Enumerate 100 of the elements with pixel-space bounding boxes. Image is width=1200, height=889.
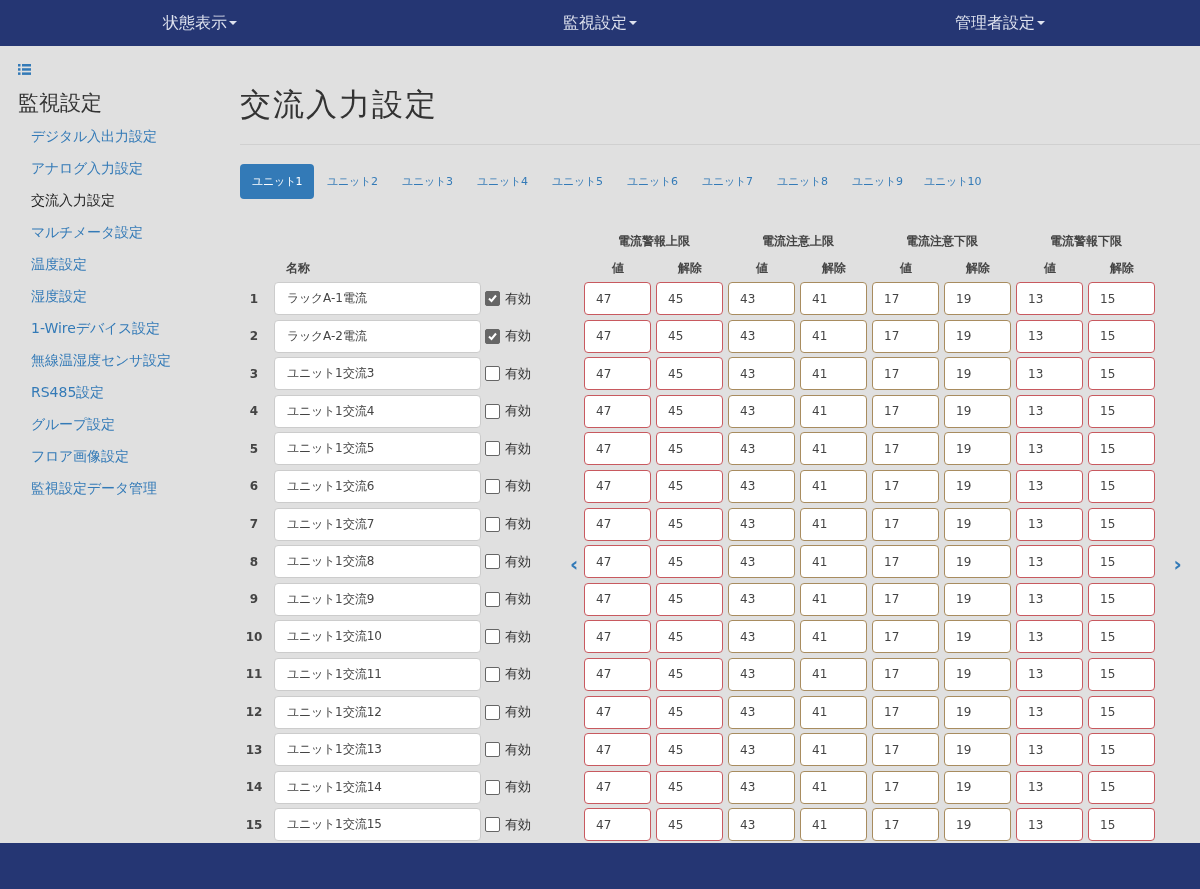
number-field[interactable]: 41 <box>800 469 867 503</box>
number-field[interactable]: 17 <box>872 657 939 691</box>
sidebar-link[interactable]: 監視設定データ管理 <box>31 479 230 498</box>
number-field[interactable]: 43 <box>728 319 795 353</box>
number-field[interactable]: 19 <box>944 319 1011 353</box>
number-field[interactable]: 19 <box>944 770 1011 804</box>
number-field[interactable]: 19 <box>944 695 1011 729</box>
name-field[interactable]: ユニット1交流15 <box>274 808 481 842</box>
number-field[interactable]: 13 <box>1016 545 1083 579</box>
number-field[interactable]: 19 <box>944 507 1011 541</box>
checkbox[interactable] <box>485 554 500 570</box>
unit-tab[interactable]: ユニット1 <box>240 164 314 199</box>
number-field[interactable]: 47 <box>584 432 651 466</box>
number-field[interactable]: 45 <box>656 319 723 353</box>
name-field[interactable]: ユニット1交流6 <box>274 469 481 503</box>
number-field[interactable]: 45 <box>656 469 723 503</box>
number-field[interactable]: 19 <box>944 657 1011 691</box>
number-field[interactable]: 19 <box>944 282 1011 315</box>
number-field[interactable]: 15 <box>1088 357 1155 391</box>
number-field[interactable]: 45 <box>656 733 723 767</box>
unit-tab[interactable]: ユニット9 <box>840 164 915 199</box>
number-field[interactable]: 13 <box>1016 394 1083 428</box>
number-field[interactable]: 19 <box>944 432 1011 466</box>
number-field[interactable]: 47 <box>584 657 651 691</box>
name-field[interactable]: ユニット1交流7 <box>274 507 481 541</box>
number-field[interactable]: 47 <box>584 582 651 616</box>
checkbox[interactable] <box>485 403 500 419</box>
number-field[interactable]: 19 <box>944 808 1011 842</box>
sidebar-link[interactable]: 交流入力設定 <box>31 191 230 210</box>
number-field[interactable]: 43 <box>728 394 795 428</box>
number-field[interactable]: 19 <box>944 394 1011 428</box>
sidebar-link[interactable]: グループ設定 <box>31 415 230 434</box>
checkbox[interactable] <box>485 704 500 720</box>
number-field[interactable]: 45 <box>656 357 723 391</box>
number-field[interactable]: 41 <box>800 319 867 353</box>
number-field[interactable]: 43 <box>728 357 795 391</box>
number-field[interactable]: 43 <box>728 582 795 616</box>
nav-menu[interactable]: 管理者設定 <box>955 12 1045 34</box>
checkbox[interactable] <box>485 591 500 607</box>
number-field[interactable]: 15 <box>1088 695 1155 729</box>
number-field[interactable]: 17 <box>872 432 939 466</box>
number-field[interactable]: 41 <box>800 282 867 315</box>
number-field[interactable]: 13 <box>1016 357 1083 391</box>
sidebar-link[interactable]: マルチメータ設定 <box>31 223 230 242</box>
name-field[interactable]: ユニット1交流8 <box>274 545 481 579</box>
number-field[interactable]: 47 <box>584 808 651 842</box>
number-field[interactable]: 47 <box>584 282 651 315</box>
number-field[interactable]: 45 <box>656 657 723 691</box>
number-field[interactable]: 19 <box>944 582 1011 616</box>
number-field[interactable]: 13 <box>1016 582 1083 616</box>
number-field[interactable]: 17 <box>872 808 939 842</box>
number-field[interactable]: 13 <box>1016 733 1083 767</box>
number-field[interactable]: 15 <box>1088 582 1155 616</box>
number-field[interactable]: 15 <box>1088 808 1155 842</box>
checkbox[interactable] <box>485 478 500 494</box>
number-field[interactable]: 15 <box>1088 432 1155 466</box>
number-field[interactable]: 45 <box>656 394 723 428</box>
number-field[interactable]: 41 <box>800 394 867 428</box>
number-field[interactable]: 41 <box>800 545 867 579</box>
unit-tab[interactable]: ユニット8 <box>765 164 840 199</box>
name-field[interactable]: ユニット1交流5 <box>274 432 481 466</box>
unit-tab[interactable]: ユニット5 <box>540 164 615 199</box>
name-field[interactable]: ユニット1交流11 <box>274 657 481 691</box>
number-field[interactable]: 13 <box>1016 695 1083 729</box>
unit-tab[interactable]: ユニット3 <box>390 164 465 199</box>
number-field[interactable]: 41 <box>800 357 867 391</box>
number-field[interactable]: 17 <box>872 733 939 767</box>
number-field[interactable]: 43 <box>728 695 795 729</box>
number-field[interactable]: 47 <box>584 620 651 654</box>
number-field[interactable]: 45 <box>656 507 723 541</box>
unit-tab[interactable]: ユニット2 <box>315 164 390 199</box>
number-field[interactable]: 15 <box>1088 469 1155 503</box>
nav-menu[interactable]: 監視設定 <box>563 12 637 34</box>
unit-tab[interactable]: ユニット10 <box>915 164 990 199</box>
checkbox[interactable] <box>485 779 500 795</box>
number-field[interactable]: 47 <box>584 469 651 503</box>
number-field[interactable]: 43 <box>728 469 795 503</box>
number-field[interactable]: 17 <box>872 582 939 616</box>
number-field[interactable]: 45 <box>656 620 723 654</box>
number-field[interactable]: 43 <box>728 282 795 315</box>
number-field[interactable]: 41 <box>800 695 867 729</box>
number-field[interactable]: 17 <box>872 770 939 804</box>
list-icon[interactable] <box>18 64 31 75</box>
number-field[interactable]: 13 <box>1016 808 1083 842</box>
number-field[interactable]: 45 <box>656 770 723 804</box>
number-field[interactable]: 41 <box>800 657 867 691</box>
checkbox[interactable] <box>485 291 500 306</box>
number-field[interactable]: 47 <box>584 357 651 391</box>
name-field[interactable]: ラックA-1電流 <box>274 282 481 315</box>
number-field[interactable]: 19 <box>944 620 1011 654</box>
unit-tab[interactable]: ユニット6 <box>615 164 690 199</box>
number-field[interactable]: 13 <box>1016 620 1083 654</box>
number-field[interactable]: 43 <box>728 432 795 466</box>
name-field[interactable]: ユニット1交流3 <box>274 357 481 391</box>
number-field[interactable]: 43 <box>728 620 795 654</box>
name-field[interactable]: ユニット1交流12 <box>274 695 481 729</box>
number-field[interactable]: 17 <box>872 620 939 654</box>
number-field[interactable]: 17 <box>872 394 939 428</box>
number-field[interactable]: 41 <box>800 432 867 466</box>
number-field[interactable]: 43 <box>728 545 795 579</box>
